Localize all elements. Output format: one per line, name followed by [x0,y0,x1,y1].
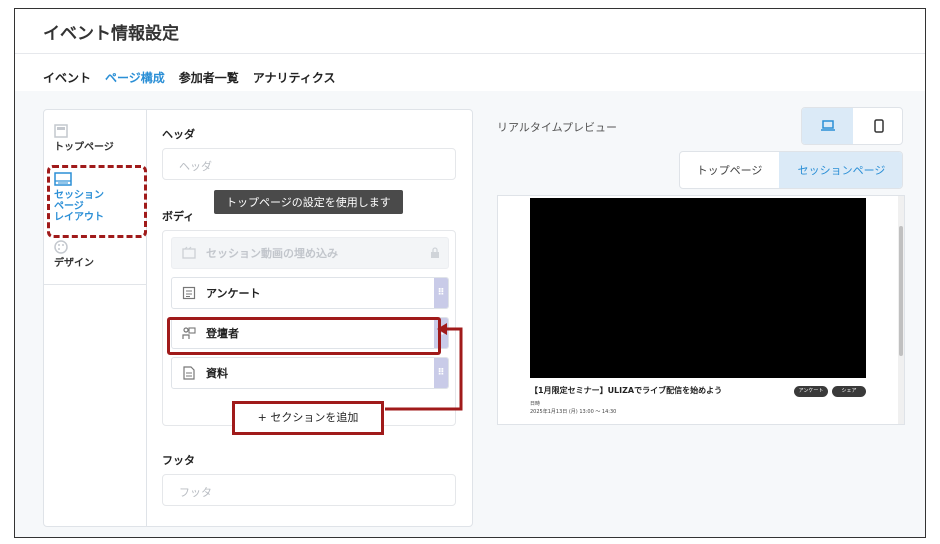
desktop-button[interactable] [802,108,853,144]
survey-chip[interactable]: アンケート [794,386,828,397]
preview-pane: 【1月限定セミナー】ULIZAでライブ配信を始めよう 日時 2025年1月13日… [497,195,905,425]
scrollbar-thumb[interactable] [899,226,903,356]
preview-label: リアルタイムプレビュー [497,121,618,134]
session-title: 【1月限定セミナー】ULIZAでライブ配信を始めよう [530,386,723,395]
video-player[interactable] [530,198,866,378]
date-value: 2025年1月13日 (月) 13:00 ～ 14:30 [530,409,617,415]
tab-session-page[interactable]: セッションページ [779,152,902,188]
date-label: 日時 [530,401,541,407]
page-toggle: トップページ セッションページ [679,151,903,189]
app-window: イベント情報設定 イベント ページ構成 参加者一覧 アナリティクス トップページ… [14,8,926,538]
share-chip[interactable]: シェア [832,386,866,397]
device-toggle [801,107,903,145]
mobile-button[interactable] [853,108,902,144]
preview-scrollbar[interactable] [898,196,904,424]
desktop-icon [820,120,835,131]
mobile-icon [873,119,884,133]
tab-top-page[interactable]: トップページ [680,152,779,188]
